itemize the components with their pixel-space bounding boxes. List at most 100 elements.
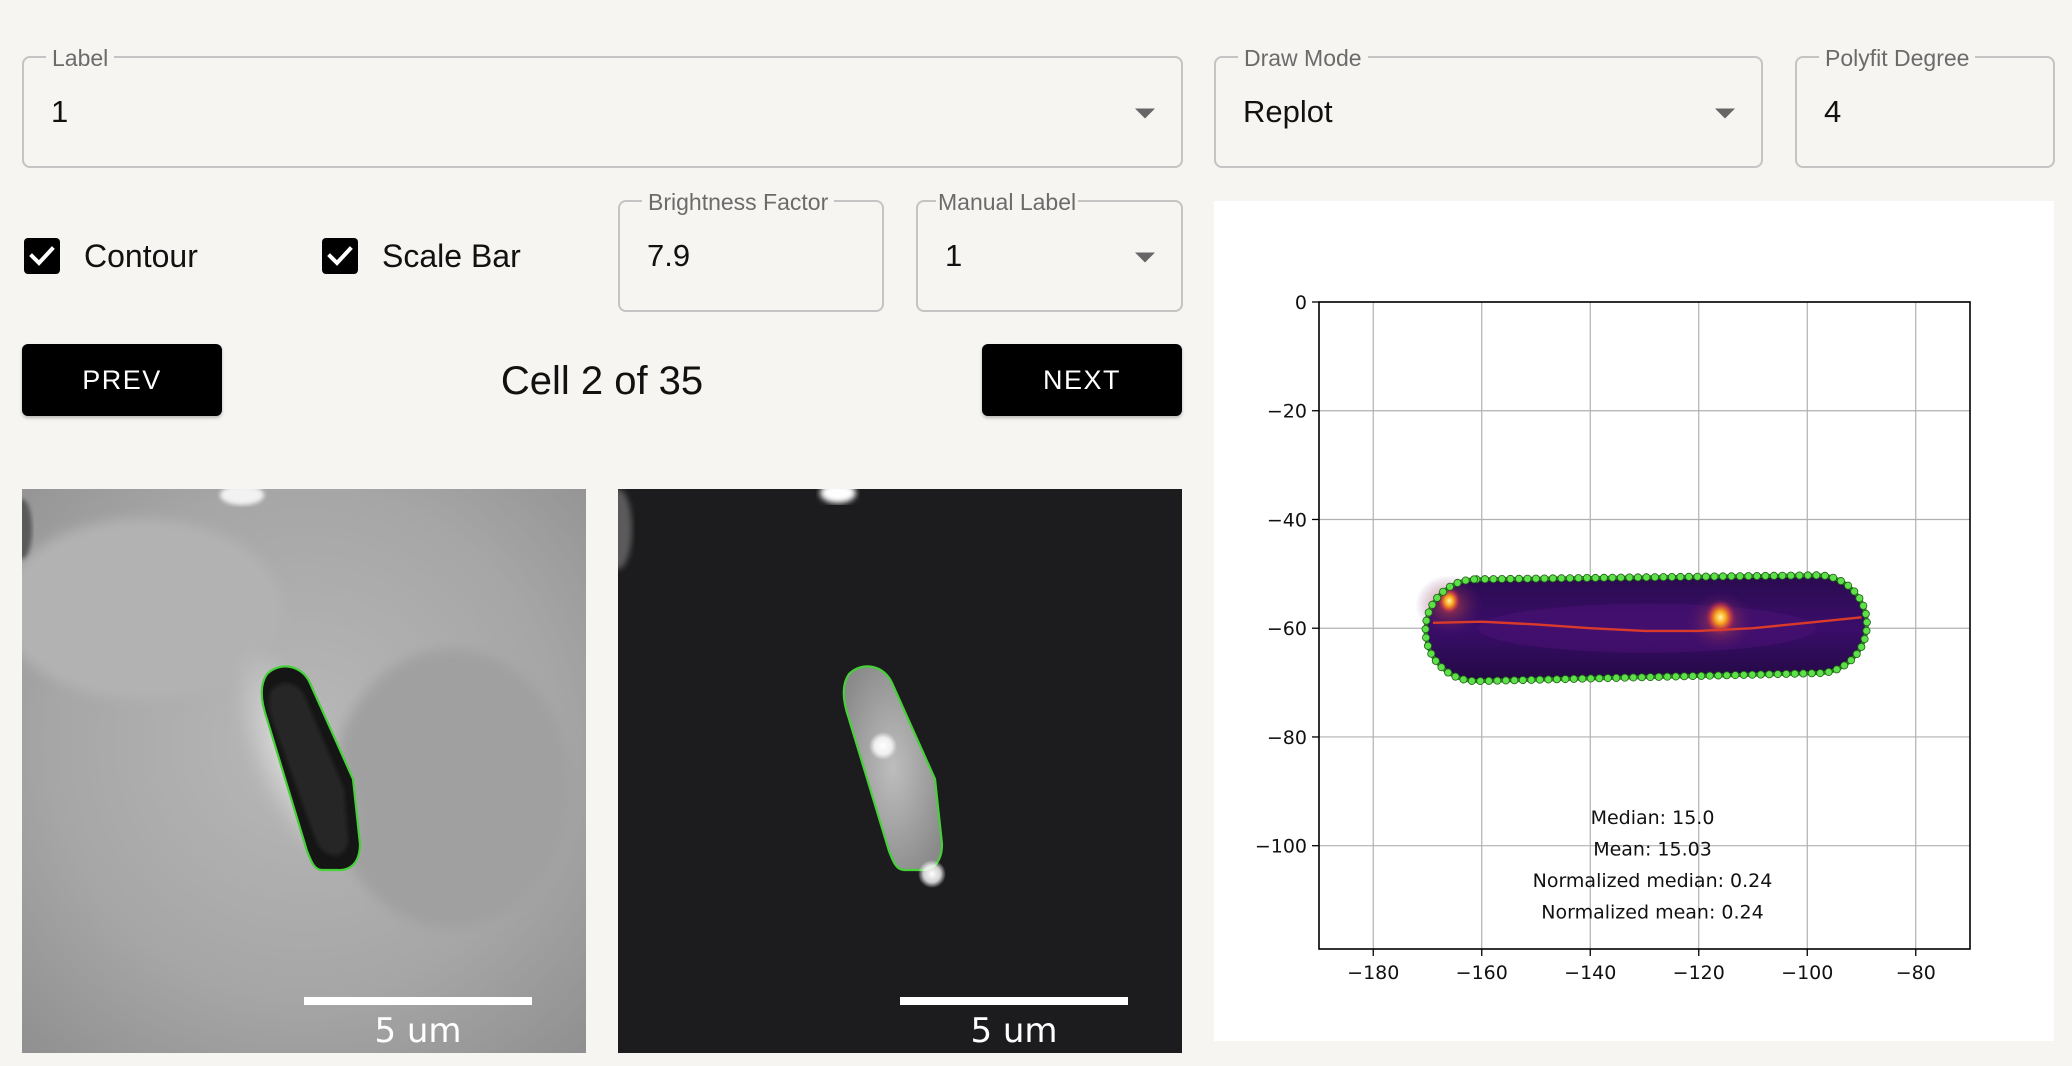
contour-point bbox=[1799, 669, 1808, 678]
contour-point bbox=[1671, 672, 1680, 681]
contour-point bbox=[1861, 609, 1870, 618]
contour-point bbox=[1836, 577, 1845, 586]
scale-bar-label: 5 um bbox=[374, 1011, 461, 1051]
y-tick-label: −40 bbox=[1267, 509, 1307, 531]
contour-point bbox=[1616, 573, 1625, 582]
contour-point bbox=[1850, 587, 1859, 596]
manual-label-value: 1 bbox=[945, 238, 963, 273]
contour-point bbox=[1739, 670, 1748, 679]
contour-point bbox=[1467, 676, 1476, 685]
contour-point bbox=[1840, 661, 1849, 670]
cell-intensity-map bbox=[1415, 571, 1871, 686]
contour-point bbox=[1722, 671, 1731, 680]
y-tick-label: −100 bbox=[1255, 836, 1307, 858]
scale-bar-checkbox[interactable]: Scale Bar bbox=[322, 238, 521, 274]
chevron-down-icon bbox=[1715, 108, 1735, 119]
contour-point bbox=[1527, 675, 1536, 684]
contour-point bbox=[1493, 676, 1502, 685]
contour-point bbox=[1433, 593, 1442, 602]
contour-point bbox=[1424, 608, 1433, 617]
contour-point bbox=[1431, 656, 1440, 665]
label-select[interactable]: Label 1 bbox=[22, 45, 1183, 168]
contour-point bbox=[1569, 674, 1578, 683]
x-tick-label: −120 bbox=[1673, 962, 1725, 984]
prev-button[interactable]: PREV bbox=[22, 344, 222, 416]
label-legend: Label bbox=[46, 45, 115, 71]
contour-point bbox=[1461, 576, 1470, 585]
label-value: 1 bbox=[51, 94, 69, 129]
manual-label-select[interactable]: Manual Label 1 bbox=[916, 189, 1183, 312]
polyfit-degree-input[interactable]: Polyfit Degree 4 bbox=[1795, 45, 2055, 168]
contour-point bbox=[1574, 574, 1583, 583]
manual-label-legend: Manual Label bbox=[936, 189, 1079, 215]
checkbox-checked-icon[interactable] bbox=[24, 238, 60, 274]
contour-point bbox=[1816, 669, 1825, 678]
contour-point bbox=[1705, 671, 1714, 680]
contour-point bbox=[1501, 676, 1510, 685]
contour-point bbox=[1544, 675, 1553, 684]
contour-point bbox=[1727, 572, 1736, 581]
contour-point bbox=[1782, 669, 1791, 678]
contour-point bbox=[1663, 672, 1672, 681]
contour-point bbox=[1453, 578, 1462, 587]
contour-point bbox=[1761, 571, 1770, 580]
cell-counter: Cell 2 of 35 bbox=[500, 359, 704, 403]
contour-point bbox=[1688, 672, 1697, 681]
contour-point bbox=[1552, 675, 1561, 684]
contour-point bbox=[1459, 675, 1468, 684]
contour-point bbox=[1659, 573, 1668, 582]
contour-point bbox=[1637, 673, 1646, 682]
contour-point bbox=[1476, 677, 1485, 686]
next-button[interactable]: NEXT bbox=[982, 344, 1182, 416]
contour-checkbox[interactable]: Contour bbox=[24, 238, 198, 274]
contour-point bbox=[1786, 571, 1795, 580]
contour-point bbox=[1847, 656, 1856, 665]
contour-point bbox=[1676, 572, 1685, 581]
draw-mode-value: Replot bbox=[1243, 94, 1333, 129]
contour-point bbox=[1480, 575, 1489, 584]
scale-bar bbox=[900, 997, 1128, 1005]
contour-point bbox=[1531, 574, 1540, 583]
contour-point bbox=[1862, 618, 1871, 627]
contour-point bbox=[1422, 633, 1431, 642]
brightness-factor-input[interactable]: Brightness Factor 7.9 bbox=[618, 189, 884, 312]
contour-point bbox=[1620, 673, 1629, 682]
contour-point bbox=[1860, 635, 1869, 644]
contour-point bbox=[1832, 665, 1841, 674]
polyfit-degree-legend: Polyfit Degree bbox=[1819, 45, 1976, 71]
contour-point bbox=[1650, 573, 1659, 582]
contour-point bbox=[1439, 587, 1448, 596]
contour-point bbox=[1812, 571, 1821, 580]
contour-point bbox=[1667, 572, 1676, 581]
stats-annotation: Median: 15.0 bbox=[1591, 807, 1715, 829]
contour-point bbox=[1582, 573, 1591, 582]
scale-bar-label: 5 um bbox=[970, 1011, 1057, 1051]
x-tick-label: −100 bbox=[1781, 962, 1833, 984]
checkbox-checked-icon[interactable] bbox=[322, 238, 358, 274]
contour-point bbox=[1795, 571, 1804, 580]
y-tick-label: −60 bbox=[1267, 618, 1307, 640]
contour-point bbox=[1748, 670, 1757, 679]
draw-mode-select[interactable]: Draw Mode Replot bbox=[1214, 45, 1763, 168]
draw-mode-legend: Draw Mode bbox=[1238, 45, 1368, 71]
brightness-factor-value: 7.9 bbox=[647, 238, 691, 273]
brightness-factor-legend: Brightness Factor bbox=[642, 189, 835, 215]
fluorescence-image: 5 um bbox=[618, 489, 1182, 1053]
x-tick-label: −80 bbox=[1896, 962, 1936, 984]
x-tick-label: −180 bbox=[1347, 962, 1399, 984]
contour-point bbox=[1765, 670, 1774, 679]
contour-point bbox=[1586, 674, 1595, 683]
contour-point bbox=[1578, 674, 1587, 683]
contour-point bbox=[1731, 671, 1740, 680]
contour-point bbox=[1633, 573, 1642, 582]
stats-annotations: Median: 15.0 Mean: 15.03 Normalized median… bbox=[1533, 807, 1773, 924]
polyfit-degree-value: 4 bbox=[1824, 94, 1842, 129]
contour-point bbox=[1857, 642, 1866, 651]
y-tick-label: 0 bbox=[1295, 292, 1307, 314]
contour-point bbox=[1756, 670, 1765, 679]
contour-point bbox=[1778, 571, 1787, 580]
contour-point bbox=[1540, 574, 1549, 583]
contour-point bbox=[1803, 571, 1812, 580]
contour-point bbox=[1769, 571, 1778, 580]
contour-point bbox=[1548, 574, 1557, 583]
